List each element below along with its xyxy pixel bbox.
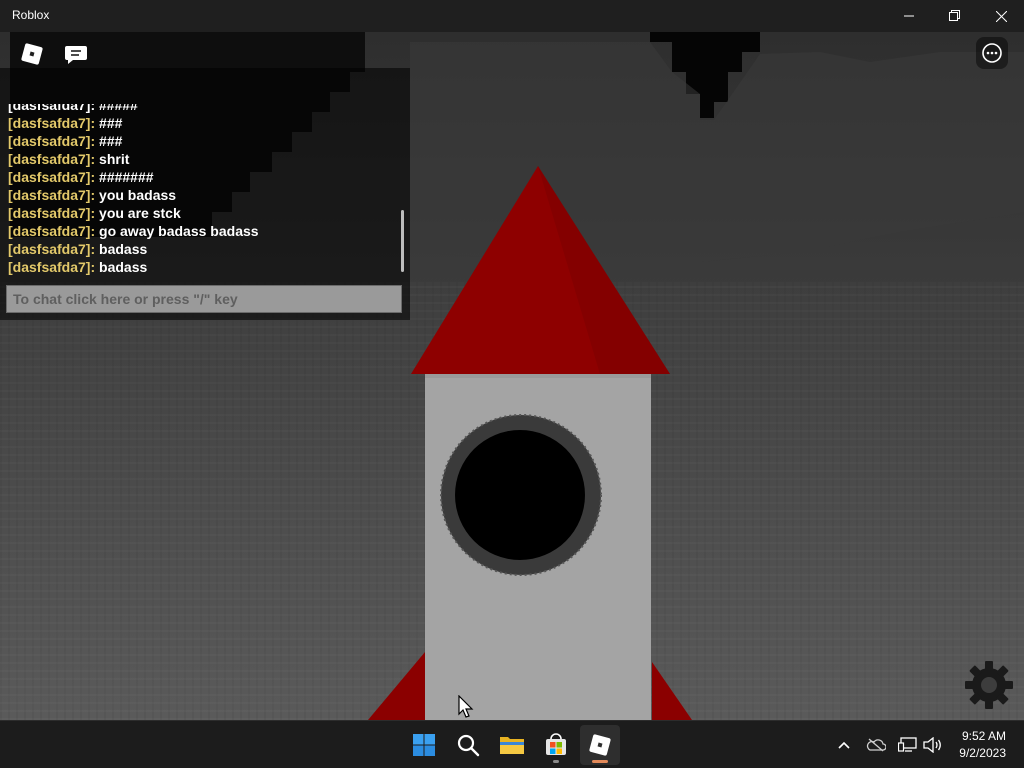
chat-username[interactable]: [dasfsafda7]: <box>8 259 95 275</box>
close-button[interactable] <box>978 0 1024 32</box>
onedrive-icon[interactable] <box>864 733 888 757</box>
chat-text: you are stck <box>99 205 181 221</box>
network-icon[interactable] <box>896 733 920 757</box>
chat-text: you badass <box>99 187 177 203</box>
chat-window: [dasfsafda7]: ##### [dasfsafda7]: ### [da… <box>0 68 410 320</box>
mouse-cursor-icon <box>458 694 474 720</box>
chat-icon[interactable] <box>60 38 92 70</box>
window-title-bar: Roblox <box>0 0 1024 32</box>
chat-username[interactable]: [dasfsafda7]: <box>8 205 95 221</box>
chat-username[interactable]: [dasfsafda7]: <box>8 241 95 257</box>
chat-input-bar[interactable] <box>6 285 402 313</box>
clock-time: 9:52 AM <box>961 729 1006 743</box>
chevron-up-icon[interactable] <box>832 733 856 757</box>
windows-taskbar: 9:52 AM 9/2/2023 <box>0 720 1024 768</box>
chat-message: [dasfsafda7]: shrit <box>8 150 259 168</box>
chat-message: [dasfsafda7]: ### <box>8 114 259 132</box>
chat-text: badass <box>99 241 148 257</box>
more-options-icon[interactable] <box>976 37 1008 69</box>
microsoft-store-icon[interactable] <box>536 725 576 765</box>
roblox-menu-icon[interactable] <box>16 38 48 70</box>
minimize-button[interactable] <box>886 0 932 32</box>
volume-icon[interactable] <box>920 733 944 757</box>
chat-log[interactable]: [dasfsafda7]: ##### [dasfsafda7]: ### [da… <box>8 68 398 276</box>
rocket-fin-left <box>368 652 425 720</box>
roblox-app-icon[interactable] <box>580 725 620 765</box>
chat-scrollbar[interactable] <box>401 210 404 272</box>
chat-username[interactable]: [dasfsafda7]: <box>8 187 95 203</box>
game-viewport[interactable]: [dasfsafda7]: ##### [dasfsafda7]: ### [da… <box>0 32 1024 720</box>
chat-message: [dasfsafda7]: badass <box>8 240 259 258</box>
chat-message: [dasfsafda7]: badass <box>8 258 259 276</box>
chat-message: [dasfsafda7]: go away badass badass <box>8 222 259 240</box>
search-icon[interactable] <box>448 725 488 765</box>
system-clock[interactable]: 9:52 AM 9/2/2023 <box>959 728 1006 762</box>
chat-username[interactable]: [dasfsafda7]: <box>8 223 95 239</box>
chat-text: ### <box>99 115 123 131</box>
windows-start-icon[interactable] <box>404 725 444 765</box>
chat-text: badass <box>99 259 148 275</box>
chat-input[interactable] <box>7 286 401 312</box>
gear-icon[interactable] <box>962 658 1016 712</box>
window-title: Roblox <box>12 8 50 22</box>
chat-username[interactable]: [dasfsafda7]: <box>8 169 95 185</box>
clock-date: 9/2/2023 <box>959 746 1006 760</box>
rocket-fin-right <box>652 662 692 720</box>
porthole-window <box>455 430 585 560</box>
chat-text: ### <box>99 133 123 149</box>
chat-username[interactable]: [dasfsafda7]: <box>8 133 95 149</box>
file-explorer-icon[interactable] <box>492 725 532 765</box>
chat-message: [dasfsafda7]: you are stck <box>8 204 259 222</box>
chat-message: [dasfsafda7]: ### <box>8 132 259 150</box>
restore-button[interactable] <box>932 0 978 32</box>
chat-text: ####### <box>99 169 154 185</box>
roblox-active-indicator <box>592 760 608 763</box>
chat-line-partial: [dasfsafda7]: ##### <box>8 104 138 113</box>
chat-username[interactable]: [dasfsafda7]: <box>8 151 95 167</box>
chat-message: [dasfsafda7]: ####### <box>8 168 259 186</box>
chat-username[interactable]: [dasfsafda7]: <box>8 115 95 131</box>
chat-message: [dasfsafda7]: you badass <box>8 186 259 204</box>
chat-text: shrit <box>99 151 130 167</box>
store-running-indicator <box>553 760 559 763</box>
chat-text: go away badass badass <box>99 223 259 239</box>
